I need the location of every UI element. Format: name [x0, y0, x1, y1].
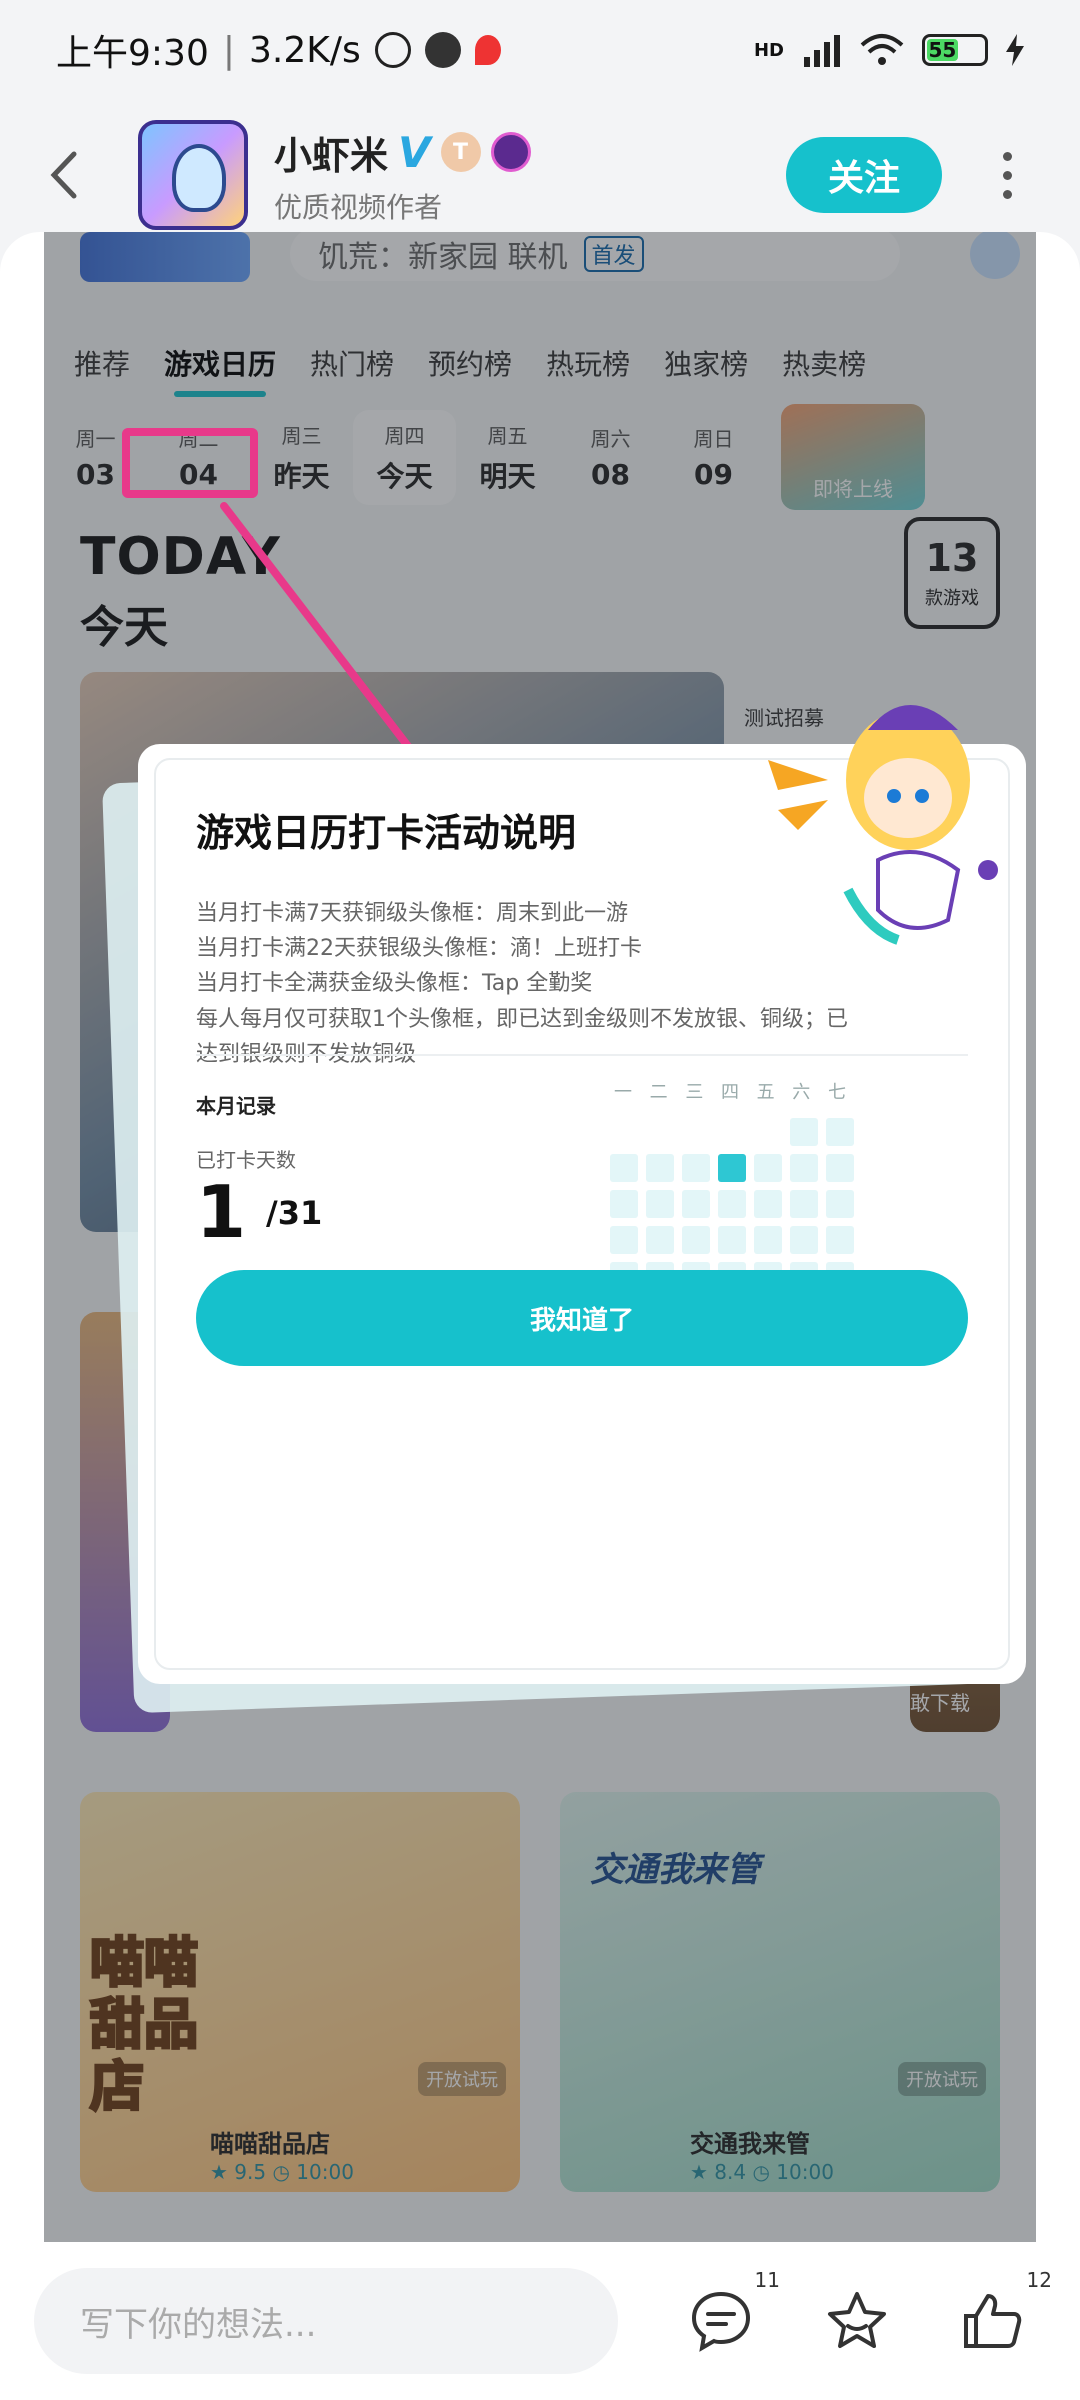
like-count: 12: [1026, 2268, 1052, 2292]
follow-button[interactable]: 关注: [786, 137, 942, 213]
dot-icon: [1002, 189, 1012, 199]
favorite-button[interactable]: [824, 2288, 890, 2354]
chevron-left-icon: [50, 151, 77, 199]
calendar-day: [754, 1190, 782, 1218]
calendar-day: [610, 1190, 638, 1218]
calendar-day: [646, 1154, 674, 1182]
mascot-image: [768, 705, 998, 945]
status-time: 上午9:30: [56, 33, 209, 74]
calendar-day: [754, 1226, 782, 1254]
calendar-day: [646, 1226, 674, 1254]
modal-divider: [196, 1054, 968, 1056]
post-content: 饥荒：新家园 联机 首发 推荐 游戏日历 热门榜 预约榜 热玩榜 独家榜 热卖榜…: [0, 232, 1080, 2242]
signal-icon: [804, 35, 840, 67]
comment-icon: [691, 2291, 751, 2352]
like-button[interactable]: 12: [960, 2268, 1052, 2354]
total-days: /31: [266, 1194, 323, 1232]
user-subtitle: 优质视频作者: [274, 190, 443, 224]
status-speed: 3.2K/s: [248, 29, 361, 71]
hd-label: HD: [753, 39, 784, 61]
more-options-button[interactable]: [982, 135, 1032, 215]
dot-icon: [1002, 151, 1012, 161]
profile-header: 小虾米 V T 优质视频作者 关注: [0, 100, 1080, 250]
calendar-day: [682, 1190, 710, 1218]
level-badge-icon: T: [440, 132, 481, 172]
calendar-day: [790, 1154, 818, 1182]
comment-input[interactable]: 写下你的想法...: [34, 2268, 618, 2374]
alarm-icon: [374, 32, 411, 68]
battery-icon: 55: [922, 34, 988, 66]
comment-count: 11: [754, 2268, 780, 2292]
status-bar: 上午9:30 | 3.2K/s HD 55: [0, 0, 1080, 100]
calendar-day: [610, 1154, 638, 1182]
checkin-modal: 游戏日历打卡活动说明 当月打卡满7天获铜级头像框：周末到此一游 当月打卡满22天…: [138, 705, 1026, 1684]
star-icon: [828, 2292, 886, 2348]
decoration-badge-icon: [490, 132, 531, 172]
calendar-day: [826, 1154, 854, 1182]
checked-count: 1: [196, 1170, 247, 1254]
calendar-day-checked: [718, 1154, 746, 1182]
comment-bar: 写下你的想法... 11 12: [0, 2242, 1080, 2400]
calendar-day: [718, 1226, 746, 1254]
highlight-box: [122, 428, 258, 498]
dot-icon: [1002, 170, 1012, 180]
calendar-day: [718, 1190, 746, 1218]
battery-level: 55: [927, 38, 958, 62]
calendar-day: [754, 1154, 782, 1182]
back-button[interactable]: [48, 145, 98, 205]
map-notification-icon: [474, 35, 501, 65]
username: 小虾米: [274, 133, 389, 178]
calendar-day: [682, 1154, 710, 1182]
wifi-icon: [860, 34, 904, 65]
calendar-day: [790, 1226, 818, 1254]
calendar-day: [790, 1118, 818, 1146]
avatar[interactable]: [138, 120, 248, 230]
verified-icon: V: [398, 127, 431, 177]
modal-rules: 当月打卡满7天获铜级头像框：周末到此一游 当月打卡满22天获银级头像框：滴！上班…: [196, 901, 848, 1067]
calendar-day: [826, 1190, 854, 1218]
charging-icon: [1006, 34, 1024, 66]
modal-title: 游戏日历打卡活动说明: [196, 811, 577, 855]
calendar-day: [826, 1118, 854, 1146]
app-notification-icon: [424, 32, 461, 68]
calendar-weekdays: 一 二 三 四 五 六 七: [614, 1082, 846, 1103]
calendar-day: [682, 1226, 710, 1254]
record-label: 本月记录: [196, 1094, 276, 1118]
calendar-day: [826, 1226, 854, 1254]
comment-button[interactable]: 11: [688, 2268, 780, 2354]
checked-days-label: 已打卡天数: [196, 1148, 296, 1172]
calendar-day: [790, 1190, 818, 1218]
post-screenshot: 饥荒：新家园 联机 首发 推荐 游戏日历 热门榜 预约榜 热玩榜 独家榜 热卖榜…: [44, 232, 1036, 2242]
thumbs-up-icon: [964, 2294, 1022, 2348]
got-it-button: 我知道了: [196, 1270, 968, 1366]
calendar-day: [646, 1190, 674, 1218]
calendar-day: [610, 1226, 638, 1254]
